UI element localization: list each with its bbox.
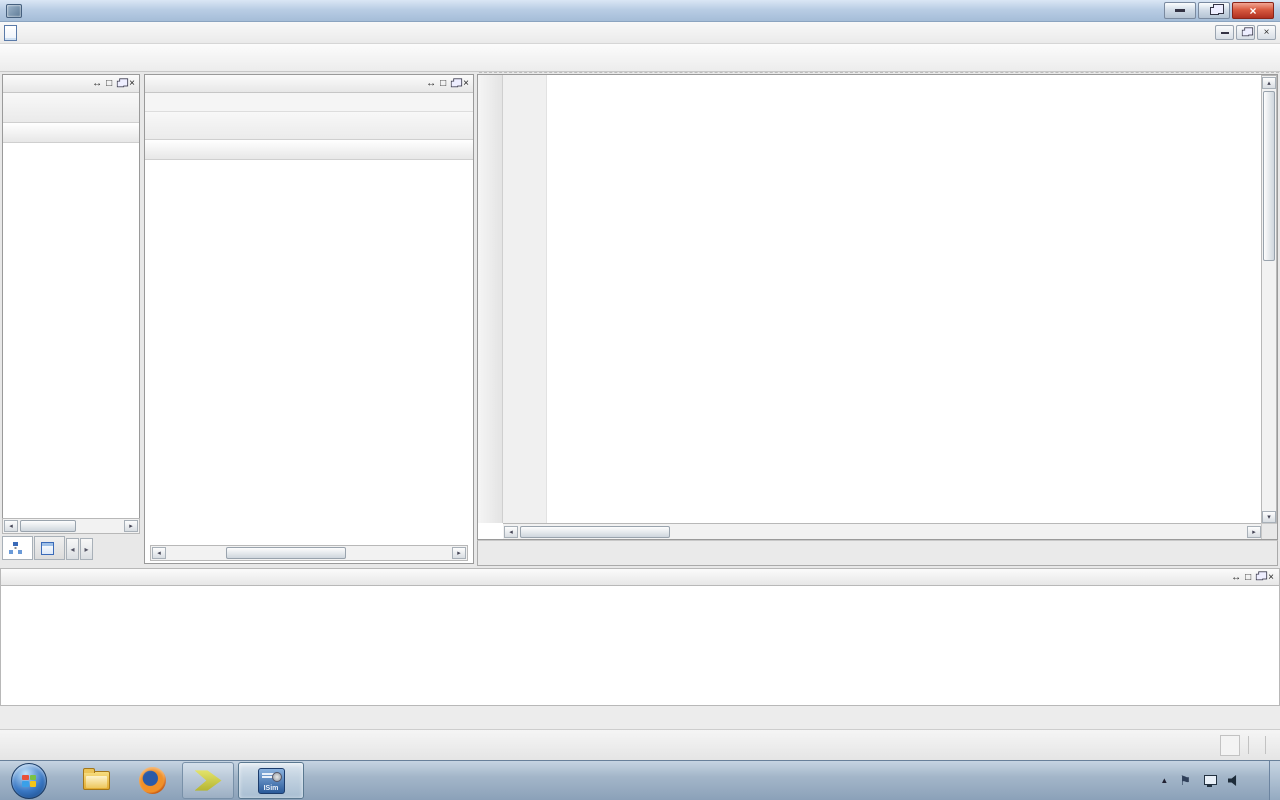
- scroll-right-icon[interactable]: ▸: [452, 547, 466, 559]
- document-icon[interactable]: [4, 24, 17, 41]
- maximize-panel-icon[interactable]: □: [440, 78, 446, 89]
- scroll-thumb[interactable]: [1263, 91, 1275, 261]
- objects-panel-subtitle: [145, 93, 473, 112]
- mdi-close-icon: ×: [1263, 27, 1270, 38]
- close-panel-icon[interactable]: ×: [463, 78, 469, 89]
- mdi-restore-icon: [1241, 26, 1254, 36]
- explorer-icon: [82, 768, 110, 790]
- instances-hscrollbar[interactable]: ◂ ▸: [2, 518, 140, 534]
- close-button[interactable]: ×: [1232, 2, 1274, 19]
- menu-bar: ×: [0, 22, 1280, 44]
- restore-icon: [1209, 3, 1224, 15]
- taskbar-isim-button[interactable]: ISim: [238, 762, 304, 799]
- start-button[interactable]: [11, 762, 47, 799]
- tab-scroll-right[interactable]: ▸: [80, 538, 93, 560]
- app-icon: [6, 3, 22, 18]
- scroll-left-icon[interactable]: ◂: [504, 525, 518, 538]
- left-panel-tabs: ◂ ▸: [2, 536, 140, 560]
- firefox-icon: [138, 767, 166, 794]
- close-icon: ×: [1249, 3, 1257, 18]
- restore-button[interactable]: [1198, 2, 1230, 19]
- title-bar: ×: [0, 0, 1280, 22]
- objects-table-header: [145, 140, 473, 160]
- action-center-flag-icon[interactable]: ⚑: [1179, 773, 1191, 789]
- maximize-panel-icon[interactable]: □: [106, 78, 112, 89]
- hierarchy-icon: [9, 542, 22, 554]
- maximize-panel-icon[interactable]: □: [1245, 572, 1251, 583]
- editor-toolbar: [478, 75, 503, 523]
- windows-logo-icon: [22, 774, 36, 787]
- objects-panel: ↔ □ × ◂ ▸: [144, 74, 474, 564]
- scroll-right-icon[interactable]: ▸: [124, 520, 138, 532]
- code-editor: ▴ ▾ ◂ ▸: [477, 74, 1278, 540]
- windows-taskbar: ISim ▲ ⚑: [0, 760, 1280, 800]
- isim-icon: ISim: [257, 767, 285, 794]
- minimize-icon: [1175, 9, 1185, 12]
- restore-panel-icon[interactable]: [117, 77, 129, 87]
- scroll-down-icon[interactable]: ▾: [1262, 511, 1276, 523]
- sim-time-status: [1220, 734, 1240, 756]
- show-desktop-button[interactable]: [1269, 760, 1280, 800]
- main-toolbar: [0, 44, 1280, 72]
- scroll-left-icon[interactable]: ◂: [4, 520, 18, 532]
- mdi-restore-button[interactable]: [1236, 25, 1255, 40]
- taskbar-ise-button[interactable]: [182, 762, 234, 799]
- status-bar: [0, 729, 1280, 760]
- taskbar-explorer-button[interactable]: [70, 762, 122, 799]
- mdi-minimize-icon: [1220, 31, 1229, 34]
- scroll-right-icon[interactable]: ▸: [1247, 525, 1261, 538]
- editor-hscrollbar[interactable]: ◂ ▸: [503, 523, 1263, 539]
- console-panel-header: ↔ □ ×: [0, 568, 1280, 586]
- restore-panel-icon[interactable]: [1256, 571, 1268, 581]
- scroll-left-icon[interactable]: ◂: [152, 547, 166, 559]
- scroll-thumb[interactable]: [520, 525, 670, 538]
- system-tray: ▲ ⚑: [1160, 760, 1280, 800]
- network-icon[interactable]: [1202, 774, 1217, 787]
- mdi-minimize-button[interactable]: [1215, 25, 1234, 40]
- toolbar-handle: [479, 72, 1279, 73]
- scroll-thumb[interactable]: [20, 520, 76, 532]
- scroll-up-icon[interactable]: ▴: [1262, 77, 1276, 89]
- code-area[interactable]: [503, 75, 1261, 523]
- mdi-close-button[interactable]: ×: [1257, 25, 1276, 40]
- instances-panel: ↔ □ × ◂ ▸: [2, 74, 140, 534]
- status-separator: [1248, 736, 1249, 754]
- scrollbar-corner: [1261, 523, 1277, 539]
- console-output[interactable]: [0, 586, 1280, 706]
- scroll-thumb[interactable]: [226, 547, 346, 559]
- bottom-tab-bar: [0, 706, 1280, 729]
- taskbar-firefox-button[interactable]: [126, 762, 178, 799]
- float-panel-icon[interactable]: ↔: [92, 78, 102, 89]
- status-separator: [1265, 736, 1266, 754]
- objects-hscrollbar[interactable]: ◂ ▸: [150, 545, 468, 561]
- memory-icon: [41, 541, 54, 555]
- tab-instances[interactable]: [2, 536, 33, 560]
- close-panel-icon[interactable]: ×: [1268, 572, 1274, 583]
- minimize-button[interactable]: [1164, 2, 1196, 19]
- instances-column-header[interactable]: [3, 123, 139, 143]
- float-panel-icon[interactable]: ↔: [1231, 572, 1241, 583]
- editor-vscrollbar[interactable]: ▴ ▾: [1261, 75, 1277, 525]
- close-panel-icon[interactable]: ×: [129, 78, 135, 89]
- float-panel-icon[interactable]: ↔: [426, 78, 436, 89]
- editor-tab-bar: [477, 540, 1278, 566]
- ise-icon: [194, 770, 222, 791]
- show-hidden-icons[interactable]: ▲: [1160, 776, 1168, 785]
- speaker-icon[interactable]: [1228, 774, 1237, 787]
- restore-panel-icon[interactable]: [451, 77, 463, 87]
- tab-scroll-left[interactable]: ◂: [66, 538, 79, 560]
- tab-memory[interactable]: [34, 536, 65, 560]
- isim-application-window: × × ↔ □ × ◂ ▸ ◂ ▸ ↔ □ × ◂ ▸ ▴ ▾ ◂ ▸ ↔ □ …: [0, 0, 1280, 800]
